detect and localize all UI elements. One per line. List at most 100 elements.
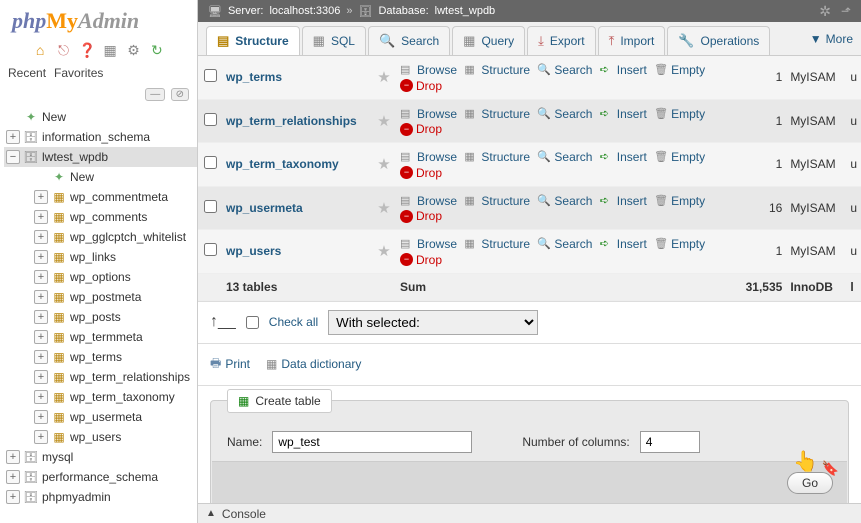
recent-tab[interactable]: Recent	[8, 66, 46, 80]
table-name-link[interactable]: wp_term_relationships	[226, 114, 357, 128]
tree-db-item[interactable]: −🗄lwtest_wpdb	[4, 147, 197, 167]
reload-icon[interactable]: ↻	[149, 42, 165, 58]
search-link[interactable]: 🔍Search	[537, 237, 592, 251]
table-name-link[interactable]: wp_term_taxonomy	[226, 157, 339, 171]
browse-link[interactable]: ▤Browse	[400, 150, 457, 164]
browse-link[interactable]: ▤Browse	[400, 237, 457, 251]
structure-link[interactable]: ▦Structure	[464, 194, 530, 208]
tree-table-item[interactable]: +▦wp_users	[4, 427, 197, 447]
search-link[interactable]: 🔍Search	[537, 63, 592, 77]
scroll-top-icon[interactable]: ⬏	[841, 4, 851, 18]
drop-link[interactable]: −Drop	[400, 253, 442, 267]
tree-toggle-icon[interactable]: +	[34, 310, 48, 324]
structure-link[interactable]: ▦Structure	[464, 107, 530, 121]
tree-toggle-icon[interactable]: +	[34, 330, 48, 344]
search-link[interactable]: 🔍Search	[537, 107, 592, 121]
tree-table-item[interactable]: +▦wp_posts	[4, 307, 197, 327]
row-checkbox[interactable]	[204, 243, 217, 256]
tree-toggle-icon[interactable]: −	[6, 150, 20, 164]
insert-link[interactable]: ➪Insert	[600, 107, 647, 121]
favorites-tab[interactable]: Favorites	[54, 66, 103, 80]
row-checkbox[interactable]	[204, 156, 217, 169]
tree-table-item[interactable]: +▦wp_terms	[4, 347, 197, 367]
print-link[interactable]: 🖶Print	[210, 354, 250, 375]
tree-toggle-icon[interactable]: +	[34, 350, 48, 364]
unlink-icon[interactable]: ⊘	[171, 88, 189, 101]
tree-toggle-icon[interactable]: +	[34, 430, 48, 444]
logo[interactable]: phpMyAdmin	[0, 0, 197, 38]
tree-table-item[interactable]: +▦wp_options	[4, 267, 197, 287]
insert-link[interactable]: ➪Insert	[600, 237, 647, 251]
tree-toggle-icon[interactable]: +	[34, 210, 48, 224]
drop-link[interactable]: −Drop	[400, 166, 442, 180]
data-dictionary-link[interactable]: ▦Data dictionary	[266, 357, 361, 371]
browse-link[interactable]: ▤Browse	[400, 194, 457, 208]
table-name-link[interactable]: wp_terms	[226, 70, 282, 84]
tab-more[interactable]: ▼More	[810, 22, 861, 55]
tab-search[interactable]: 🔍Search	[368, 26, 450, 55]
tree-toggle-icon[interactable]: +	[6, 470, 20, 484]
tree-toggle-icon[interactable]: +	[34, 250, 48, 264]
favorite-star[interactable]: ★	[372, 230, 396, 274]
browse-link[interactable]: ▤Browse	[400, 107, 457, 121]
tree-toggle-icon[interactable]: +	[6, 490, 20, 504]
row-checkbox[interactable]	[204, 200, 217, 213]
favorite-star[interactable]: ★	[372, 99, 396, 143]
tree-table-item[interactable]: +▦wp_postmeta	[4, 287, 197, 307]
tree-db-item[interactable]: +🗄phpmyadmin	[4, 487, 197, 507]
tab-structure[interactable]: ▤Structure	[206, 26, 300, 55]
browse-link[interactable]: ▤Browse	[400, 63, 457, 77]
insert-link[interactable]: ➪Insert	[600, 150, 647, 164]
tree-toggle-icon[interactable]: +	[34, 370, 48, 384]
tree-toggle-icon[interactable]: +	[34, 190, 48, 204]
check-all-label[interactable]: Check all	[269, 315, 318, 329]
tree-db-item[interactable]: +🗄mysql	[4, 447, 197, 467]
tree-table-item[interactable]: +▦wp_commentmeta	[4, 187, 197, 207]
tree-table-item[interactable]: +▦wp_usermeta	[4, 407, 197, 427]
db-link[interactable]: lwtest_wpdb	[435, 5, 496, 17]
drop-link[interactable]: −Drop	[400, 209, 442, 223]
tree-table-item[interactable]: +▦wp_gglcptch_whitelist	[4, 227, 197, 247]
tree-table-item[interactable]: +▦wp_comments	[4, 207, 197, 227]
sql-icon[interactable]: ▦	[102, 42, 118, 58]
empty-link[interactable]: 🗑Empty	[654, 63, 705, 77]
drop-link[interactable]: −Drop	[400, 79, 442, 93]
tree-toggle-icon[interactable]: +	[34, 230, 48, 244]
empty-link[interactable]: 🗑Empty	[654, 237, 705, 251]
page-settings-icon[interactable]: ✲	[819, 3, 831, 20]
with-selected-dropdown[interactable]: With selected:	[328, 310, 538, 335]
insert-link[interactable]: ➪Insert	[600, 194, 647, 208]
search-link[interactable]: 🔍Search	[537, 150, 592, 164]
table-name-link[interactable]: wp_usermeta	[226, 201, 303, 215]
collapse-all-icon[interactable]: —	[145, 88, 165, 101]
num-columns-input[interactable]	[640, 431, 700, 453]
tab-query[interactable]: ▦Query	[452, 26, 525, 55]
tree-table-item[interactable]: +▦wp_termmeta	[4, 327, 197, 347]
row-checkbox[interactable]	[204, 113, 217, 126]
server-link[interactable]: localhost:3306	[269, 5, 340, 17]
tree-toggle-icon[interactable]: +	[6, 130, 20, 144]
favorite-star[interactable]: ★	[372, 143, 396, 187]
table-name-link[interactable]: wp_users	[226, 244, 281, 258]
insert-link[interactable]: ➪Insert	[600, 63, 647, 77]
logout-icon[interactable]: ⎋	[55, 42, 71, 58]
docs-icon[interactable]: ❓	[79, 42, 95, 58]
tree-new-db[interactable]: ✦ New	[4, 107, 197, 127]
tree-toggle-icon[interactable]: +	[34, 270, 48, 284]
favorite-star[interactable]: ★	[372, 56, 396, 99]
drop-link[interactable]: −Drop	[400, 122, 442, 136]
structure-link[interactable]: ▦Structure	[464, 63, 530, 77]
tab-operations[interactable]: 🔧Operations	[667, 26, 770, 55]
tree-db-item[interactable]: +🗄information_schema	[4, 127, 197, 147]
tree-db-item[interactable]: +🗄performance_schema	[4, 467, 197, 487]
search-link[interactable]: 🔍Search	[537, 194, 592, 208]
table-name-input[interactable]	[272, 431, 472, 453]
home-icon[interactable]: ⌂	[32, 42, 48, 58]
row-checkbox[interactable]	[204, 69, 217, 82]
tree-toggle-icon[interactable]: +	[34, 390, 48, 404]
tree-toggle-icon[interactable]: +	[34, 290, 48, 304]
tree-table-item[interactable]: +▦wp_term_taxonomy	[4, 387, 197, 407]
check-all-checkbox[interactable]	[246, 316, 259, 329]
tree-table-item[interactable]: +▦wp_links	[4, 247, 197, 267]
tab-sql[interactable]: ▦SQL	[302, 26, 366, 55]
